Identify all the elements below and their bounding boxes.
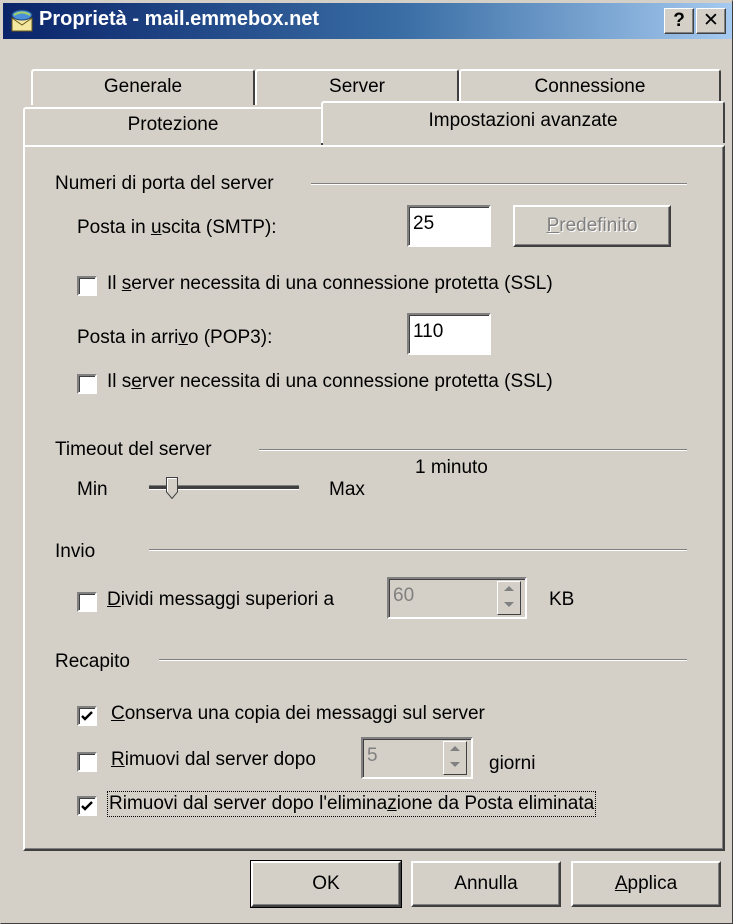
keep-copy-checkbox[interactable] bbox=[77, 706, 97, 726]
timeout-group-divider bbox=[259, 449, 687, 451]
timeout-max-label: Max bbox=[329, 479, 365, 500]
apply-button[interactable]: Applica bbox=[571, 861, 721, 907]
spin-up-icon bbox=[504, 586, 514, 591]
smtp-ssl-label: Il server necessita di una connessione p… bbox=[107, 273, 553, 294]
timeout-min-label: Min bbox=[77, 479, 108, 500]
split-size-spinner[interactable] bbox=[497, 581, 521, 615]
tab-label: Impostazioni avanzate bbox=[428, 110, 618, 131]
send-group-divider bbox=[149, 549, 687, 551]
slider-thumb[interactable] bbox=[165, 477, 178, 500]
default-ports-button[interactable]: Predefinito bbox=[513, 205, 671, 247]
close-button[interactable]: ✕ bbox=[696, 8, 726, 34]
tab-label: Generale bbox=[103, 76, 183, 97]
cancel-button[interactable]: Annulla bbox=[411, 861, 561, 907]
smtp-port-label: Posta in uscita (SMTP): bbox=[77, 217, 277, 238]
pop3-ssl-checkbox[interactable] bbox=[77, 374, 97, 394]
pop3-ssl-label: Il server necessita di una connessione p… bbox=[107, 371, 553, 392]
smtp-ssl-checkbox[interactable] bbox=[77, 276, 97, 296]
ports-group-label: Numeri di porta del server bbox=[55, 173, 274, 194]
help-icon: ? bbox=[673, 10, 685, 31]
timeout-group-label: Timeout del server bbox=[55, 439, 212, 460]
spin-down-icon bbox=[450, 762, 460, 767]
keep-copy-label: Conserva una copia dei messaggi sul serv… bbox=[111, 703, 485, 724]
remove-after-label: Rimuovi dal server dopo bbox=[111, 749, 316, 770]
tab-protezione[interactable]: Protezione bbox=[23, 107, 323, 147]
tab-generale[interactable]: Generale bbox=[31, 69, 255, 105]
send-group-label: Invio bbox=[55, 541, 96, 562]
remove-after-days-spinner[interactable] bbox=[443, 741, 467, 775]
pop3-port-input[interactable]: 110 bbox=[407, 313, 491, 355]
tab-connessione[interactable]: Connessione bbox=[459, 69, 721, 105]
spin-up-icon bbox=[450, 746, 460, 751]
close-icon: ✕ bbox=[703, 10, 719, 31]
tab-impostazioni-avanzate[interactable]: Impostazioni avanzate bbox=[321, 101, 725, 143]
remove-after-checkbox[interactable] bbox=[77, 752, 97, 772]
split-size-unit: KB bbox=[549, 589, 575, 610]
remove-after-days-unit: giorni bbox=[489, 753, 536, 774]
tab-label: Server bbox=[329, 76, 385, 97]
smtp-port-input[interactable]: 25 bbox=[407, 205, 491, 247]
tab-server[interactable]: Server bbox=[255, 69, 459, 105]
pop3-port-label: Posta in arrivo (POP3): bbox=[77, 327, 273, 348]
spin-down-icon bbox=[504, 602, 514, 607]
ports-group-divider bbox=[311, 183, 687, 185]
timeout-value-label: 1 minuto bbox=[415, 457, 488, 478]
split-messages-checkbox[interactable] bbox=[77, 592, 97, 612]
delivery-group-divider bbox=[159, 659, 687, 661]
timeout-slider[interactable] bbox=[147, 477, 303, 500]
delivery-group-label: Recapito bbox=[55, 651, 130, 672]
checkmark-icon bbox=[81, 711, 93, 721]
properties-dialog: Proprietà - mail.emmebox.net ? ✕ General… bbox=[0, 0, 733, 924]
help-button[interactable]: ? bbox=[664, 8, 694, 34]
tab-label: Connessione bbox=[534, 76, 646, 97]
tab-label: Protezione bbox=[127, 114, 219, 135]
window-title: Proprietà - mail.emmebox.net bbox=[39, 8, 320, 30]
mail-account-icon bbox=[9, 9, 35, 33]
title-bar[interactable]: Proprietà - mail.emmebox.net ? ✕ bbox=[3, 3, 732, 39]
checkmark-icon bbox=[81, 801, 93, 811]
ok-button[interactable]: OK bbox=[250, 860, 402, 908]
remove-deleted-checkbox[interactable] bbox=[77, 796, 97, 816]
remove-deleted-label: Rimuovi dal server dopo l'eliminazione d… bbox=[106, 791, 597, 817]
split-messages-label: Dividi messaggi superiori a bbox=[107, 589, 335, 610]
